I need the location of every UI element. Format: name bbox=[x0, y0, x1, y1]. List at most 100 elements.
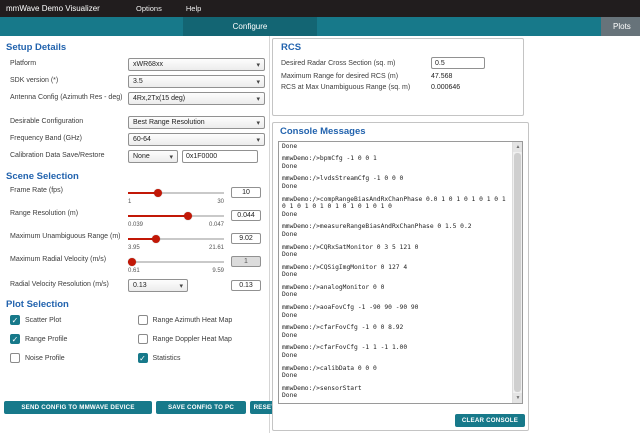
desirable-config-row: Desirable Configuration Best Range Resol… bbox=[10, 116, 265, 129]
scrollbar-thumb[interactable] bbox=[514, 153, 521, 392]
tab-configure[interactable]: Configure bbox=[183, 17, 317, 36]
platform-select[interactable]: xWR68xx bbox=[128, 58, 265, 71]
console-done: Done bbox=[282, 392, 298, 400]
slider-min-label: 3.95 bbox=[128, 245, 140, 251]
slider-min-label: 1 bbox=[128, 199, 132, 205]
console-section: Console Messages mmwDemo:/>extendedMaxVe… bbox=[272, 122, 529, 431]
checkbox-label: Range Azimuth Heat Map bbox=[152, 316, 233, 324]
checkbox[interactable] bbox=[10, 353, 20, 363]
range-resolution-slider[interactable]: 0.039 0.047 bbox=[128, 211, 224, 228]
checkbox-statistics[interactable]: Statistics bbox=[137, 353, 266, 363]
console-done: Done bbox=[282, 210, 298, 218]
setup-details-heading: Setup Details bbox=[6, 42, 67, 53]
checkbox-label: Scatter Plot bbox=[25, 316, 62, 324]
console-output[interactable]: mmwDemo:/>extendedMaxVelocity -1 0Done mm… bbox=[278, 141, 523, 404]
slider-handle[interactable] bbox=[151, 235, 160, 243]
slider-max-label: 0.047 bbox=[208, 222, 224, 228]
console-entry: mmwDemo:/>lvdsStreamCfg -1 0 0 0 Done bbox=[282, 175, 509, 190]
checkbox-label: Range Doppler Heat Map bbox=[152, 335, 232, 343]
max-unambiguous-range-value[interactable]: 9.02 bbox=[231, 233, 261, 244]
max-unambiguous-range-slider[interactable]: 3.95 21.61 bbox=[128, 234, 224, 251]
sdk-version-label: SDK version (*) bbox=[10, 77, 59, 85]
desirable-config-label: Desirable Configuration bbox=[10, 118, 84, 126]
configure-panel: Setup Details Platform xWR68xx SDK versi… bbox=[0, 36, 270, 433]
checkbox[interactable] bbox=[10, 334, 20, 344]
slider-fill bbox=[128, 215, 188, 217]
tab-plots[interactable]: Plots bbox=[601, 17, 640, 36]
slider-max-label: 9.59 bbox=[212, 268, 224, 274]
slider-min-label: 0.61 bbox=[128, 268, 140, 274]
slider-handle[interactable] bbox=[128, 258, 137, 266]
frequency-band-select[interactable]: 60-64 bbox=[128, 133, 265, 146]
desirable-config-select-value: Best Range Resolution bbox=[133, 119, 205, 126]
checkbox-range-azimuth-heat-map[interactable]: Range Azimuth Heat Map bbox=[137, 315, 266, 325]
console-entry: mmwDemo:/>measureRangeBiasAndRxChanPhase… bbox=[282, 223, 509, 238]
max-radial-velocity-slider[interactable]: 0.61 9.59 bbox=[128, 257, 224, 274]
antenna-config-row: Antenna Config (Azimuth Res - deg) 4Rx,2… bbox=[10, 92, 265, 105]
max-range-rcs-value: 47.568 bbox=[431, 73, 453, 80]
checkbox-scatter-plot[interactable]: Scatter Plot bbox=[10, 315, 138, 325]
desired-rcs-input[interactable] bbox=[431, 57, 485, 69]
console-done: Done bbox=[282, 311, 298, 319]
console-command: mmwDemo:/>measureRangeBiasAndRxChanPhase… bbox=[282, 223, 472, 231]
console-log: mmwDemo:/>extendedMaxVelocity -1 0Done mm… bbox=[282, 142, 509, 400]
menu-options[interactable]: Options bbox=[124, 0, 174, 17]
chevron-down-icon bbox=[256, 61, 260, 69]
range-resolution-value[interactable]: 0.044 bbox=[231, 210, 261, 221]
checkbox[interactable] bbox=[10, 315, 20, 325]
checkbox-noise-profile[interactable]: Noise Profile bbox=[10, 353, 138, 363]
frequency-band-select-value: 60-64 bbox=[133, 136, 151, 143]
scroll-down-icon[interactable] bbox=[513, 393, 522, 403]
checkbox-label: Noise Profile bbox=[25, 354, 65, 362]
chevron-down-icon bbox=[256, 136, 260, 144]
slider-minmax: 3.95 21.61 bbox=[128, 245, 224, 251]
console-done: Done bbox=[282, 162, 298, 170]
desirable-config-select[interactable]: Best Range Resolution bbox=[128, 116, 265, 129]
tab-bar: Configure Plots bbox=[0, 17, 640, 36]
slider-max-label: 30 bbox=[217, 199, 224, 205]
console-scrollbar[interactable] bbox=[512, 142, 522, 403]
radial-velocity-resolution-select-value: 0.13 bbox=[133, 282, 147, 289]
console-done: Done bbox=[282, 331, 298, 339]
sdk-version-select[interactable]: 3.5 bbox=[128, 75, 265, 88]
checkbox[interactable] bbox=[137, 334, 148, 344]
rcs-at-max-range-value: 0.000646 bbox=[431, 84, 461, 91]
range-resolution-row: Range Resolution (m) 0.039 0.047 0.044 bbox=[10, 210, 265, 228]
checkbox-range-doppler-heat-map[interactable]: Range Doppler Heat Map bbox=[137, 334, 266, 344]
max-radial-velocity-label: Maximum Radial Velocity (m/s) bbox=[10, 256, 107, 263]
send-config-button[interactable]: SEND CONFIG TO MMWAVE DEVICE bbox=[4, 401, 152, 414]
rcs-at-max-range-row: RCS at Max Unambiguous Range (sq. m) 0.0… bbox=[281, 84, 517, 91]
radial-velocity-resolution-select[interactable]: 0.13 bbox=[128, 279, 188, 292]
frame-rate-slider[interactable]: 1 30 bbox=[128, 188, 224, 205]
checkbox-range-profile[interactable]: Range Profile bbox=[10, 334, 138, 344]
rcs-heading: RCS bbox=[281, 42, 302, 53]
console-command: mmwDemo:/>calibData 0 0 0 bbox=[282, 364, 377, 372]
save-config-button[interactable]: SAVE CONFIG TO PC bbox=[156, 401, 246, 414]
max-radial-velocity-value[interactable]: 1 bbox=[231, 256, 261, 267]
frame-rate-value[interactable]: 10 bbox=[231, 187, 261, 198]
calibration-select[interactable]: None bbox=[128, 150, 178, 163]
rcs-section: RCS Desired Radar Cross Section (sq. m) … bbox=[272, 38, 524, 116]
plot-selection-grid: Scatter Plot Range Profile Noise Profile… bbox=[10, 315, 265, 372]
slider-handle[interactable] bbox=[184, 212, 192, 220]
checkbox-label: Statistics bbox=[152, 354, 181, 362]
plot-selection-col-1: Scatter Plot Range Profile Noise Profile bbox=[10, 315, 138, 372]
slider-handle[interactable] bbox=[153, 189, 162, 197]
antenna-config-select[interactable]: 4Rx,2Tx(15 deg) bbox=[128, 92, 265, 105]
radial-velocity-resolution-value[interactable]: 0.13 bbox=[231, 280, 261, 291]
radial-velocity-resolution-label: Radial Velocity Resolution (m/s) bbox=[10, 281, 109, 289]
calibration-address-input[interactable] bbox=[182, 150, 258, 163]
chevron-down-icon bbox=[169, 153, 173, 161]
console-done: Done bbox=[282, 372, 298, 380]
frequency-band-row: Frequency Band (GHz) 60-64 bbox=[10, 133, 265, 146]
slider-track[interactable] bbox=[128, 261, 224, 263]
console-entry: mmwDemo:/>CQRxSatMonitor 0 3 5 121 0 Done bbox=[282, 244, 509, 259]
menu-help[interactable]: Help bbox=[174, 0, 213, 17]
slider-max-label: 21.61 bbox=[208, 245, 224, 251]
plot-selection-col-2: Range Azimuth Heat Map Range Doppler Hea… bbox=[137, 315, 266, 372]
checkbox[interactable] bbox=[137, 353, 148, 363]
clear-console-button[interactable]: CLEAR CONSOLE bbox=[455, 414, 525, 427]
scroll-up-icon[interactable] bbox=[513, 142, 522, 152]
checkbox[interactable] bbox=[137, 315, 148, 325]
console-done: Done bbox=[282, 251, 298, 259]
